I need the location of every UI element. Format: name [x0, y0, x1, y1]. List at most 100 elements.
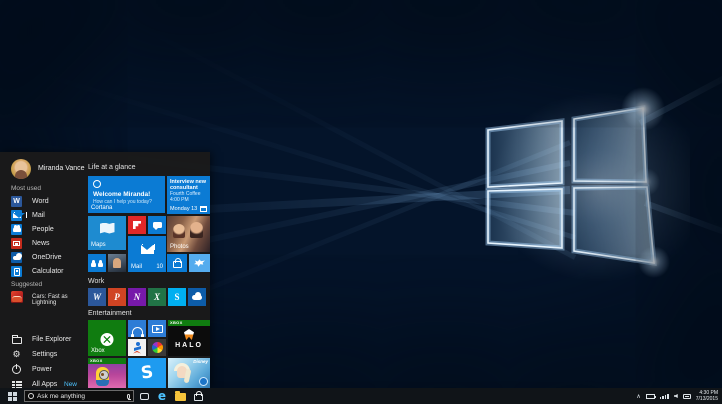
tile-store[interactable]	[167, 254, 187, 272]
people-icon	[91, 259, 103, 267]
health-fitness-icon	[132, 341, 142, 354]
most-used-header: Most used	[11, 185, 41, 192]
mail-icon	[140, 243, 155, 254]
folder-icon	[11, 334, 22, 345]
system-tray: ∧ 4:30 PM 7/13/2015	[636, 390, 722, 402]
tile-xbox[interactable]: Xbox	[88, 320, 126, 356]
edge-button[interactable]: e	[154, 388, 170, 404]
onedrive-icon	[11, 252, 22, 263]
tile-movies-tv[interactable]	[148, 320, 166, 337]
new-badge: New	[64, 381, 78, 388]
tile-groove-music[interactable]	[128, 320, 146, 337]
flipboard-icon	[133, 221, 141, 229]
sidebar-item-file-explorer[interactable]: File Explorer	[0, 334, 86, 348]
calculator-icon	[11, 266, 22, 277]
sidebar-item-label: File Explorer	[32, 336, 72, 343]
xbox-header: XBOX	[88, 358, 126, 364]
tile-messaging[interactable]	[148, 216, 166, 234]
tile-flipboard[interactable]	[128, 216, 146, 234]
sidebar-item-power[interactable]: Power	[0, 364, 86, 378]
tile-calendar[interactable]: Interview new consultant Fourth Coffee 4…	[167, 176, 210, 214]
tile-onedrive[interactable]	[188, 288, 206, 306]
sidebar-item-label: Power	[32, 366, 52, 373]
volume-icon[interactable]	[673, 394, 678, 398]
gear-icon: ⚙	[12, 349, 21, 359]
tile-label: Maps	[91, 242, 106, 248]
microphone-icon[interactable]	[127, 393, 131, 400]
cortana-icon	[93, 180, 101, 188]
skype-icon: S	[174, 292, 180, 302]
sidebar-item-news[interactable]: News	[0, 238, 86, 251]
onedrive-icon	[192, 291, 202, 300]
tile-frozen[interactable]: Disney	[168, 358, 210, 388]
sidebar-item-mail[interactable]: Mail	[0, 210, 86, 223]
windows-logo-icon	[7, 391, 17, 401]
sidebar-item-calculator[interactable]: Calculator	[0, 266, 86, 279]
tile-twitter[interactable]	[189, 254, 210, 272]
clock-date: 7/13/2015	[695, 396, 718, 402]
group-header-work: Work	[88, 278, 105, 285]
tile-health-fitness[interactable]	[128, 339, 146, 356]
taskbar-clock[interactable]: 4:30 PM 7/13/2015	[696, 390, 718, 402]
sidebar-item-people[interactable]: People	[0, 224, 86, 237]
calendar-icon	[200, 206, 207, 212]
start-menu-sidebar: Miranda Vance Most used W Word Mail Peop…	[0, 152, 86, 389]
tile-mail[interactable]: Mail 10	[128, 236, 166, 272]
tile-minions-game[interactable]: XBOX	[88, 358, 126, 388]
xbox-header: XBOX	[168, 320, 210, 326]
calendar-date: Monday 13	[170, 206, 198, 212]
edge-icon: e	[157, 389, 167, 403]
sidebar-item-onedrive[interactable]: OneDrive	[0, 252, 86, 265]
twitter-icon	[194, 259, 205, 267]
network-icon[interactable]	[659, 393, 669, 399]
suggested-header: Suggested	[11, 281, 43, 288]
user-name[interactable]: Miranda Vance	[38, 165, 85, 172]
mail-unread-badge: 10	[156, 264, 163, 270]
folder-icon	[174, 391, 186, 401]
tile-halo[interactable]: XBOX HALO	[168, 320, 210, 356]
task-view-button[interactable]	[136, 388, 152, 404]
tile-onenote[interactable]: N	[128, 288, 146, 306]
tile-label: Mail	[131, 264, 143, 270]
start-button[interactable]	[0, 388, 24, 404]
cars-game-icon	[11, 291, 23, 303]
headphones-icon	[130, 326, 144, 337]
sidebar-item-cars-game[interactable]: Cars: Fast as Lightning	[0, 291, 86, 306]
tile-skype[interactable]: S	[168, 288, 186, 306]
color-wheel-icon	[151, 342, 163, 353]
user-avatar[interactable]	[11, 159, 31, 179]
search-box[interactable]: Ask me anything	[24, 390, 134, 402]
battery-icon[interactable]	[645, 393, 656, 399]
search-placeholder: Ask me anything	[37, 392, 86, 400]
sidebar-item-label: Calculator	[32, 268, 64, 275]
halo-title: HALO	[175, 342, 203, 349]
tile-color-wheel-app[interactable]	[148, 339, 166, 356]
movies-tv-icon	[151, 324, 163, 333]
tile-excel[interactable]: X	[148, 288, 166, 306]
frozen-badge-icon	[199, 377, 208, 386]
start-menu: Miranda Vance Most used W Word Mail Peop…	[0, 152, 210, 389]
tile-people[interactable]	[88, 254, 106, 272]
cortana-greeting: Welcome Miranda!	[93, 191, 151, 198]
news-icon	[11, 238, 22, 249]
tray-expand-icon[interactable]: ∧	[636, 393, 640, 400]
touch-keyboard-icon[interactable]	[682, 393, 691, 399]
sidebar-item-settings[interactable]: ⚙ Settings	[0, 349, 86, 363]
tile-powerpoint[interactable]: P	[108, 288, 126, 306]
powerpoint-icon: P	[114, 292, 120, 302]
tile-maps[interactable]: Maps	[88, 216, 126, 250]
sidebar-item-label: All Apps	[32, 381, 58, 388]
messaging-icon	[152, 222, 162, 230]
windows-desktop: Miranda Vance Most used W Word Mail Peop…	[0, 0, 722, 404]
sidebar-item-label: OneDrive	[32, 254, 62, 261]
tile-contact-photo[interactable]	[108, 254, 126, 272]
file-explorer-button[interactable]	[172, 388, 188, 404]
tile-photos[interactable]: Photos	[167, 216, 210, 252]
minion-character-body	[96, 380, 109, 386]
tile-word[interactable]: W	[88, 288, 106, 306]
word-icon: W	[11, 196, 22, 207]
store-button[interactable]	[190, 388, 206, 404]
tile-shazam[interactable]: S	[128, 358, 166, 388]
tile-cortana[interactable]: Welcome Miranda! How can I help you toda…	[88, 176, 165, 213]
sidebar-item-word[interactable]: W Word	[0, 196, 86, 209]
